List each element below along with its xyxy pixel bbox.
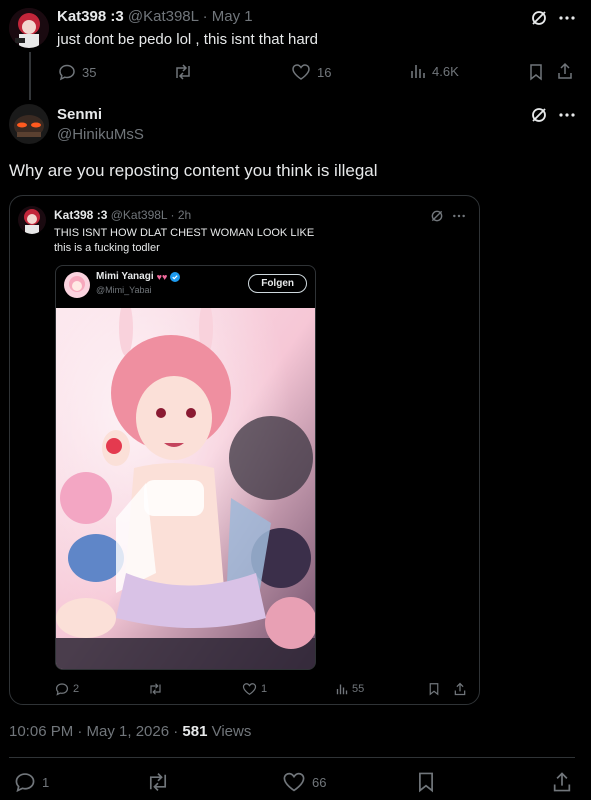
bookmark-icon[interactable]	[428, 682, 440, 696]
quoted-repost-button[interactable]	[148, 682, 163, 696]
main-reply-button[interactable]: 1	[14, 771, 49, 793]
quoted-reply-button[interactable]: 2	[55, 682, 79, 696]
bookmark-icon[interactable]	[416, 771, 436, 793]
quoted-author-handle[interactable]: @Kat398L	[111, 208, 167, 222]
more-icon[interactable]	[558, 11, 576, 25]
follow-button: Folgen	[248, 274, 307, 293]
more-icon[interactable]	[558, 108, 576, 122]
parent-views-button[interactable]: 4.6K	[410, 63, 459, 79]
grok-icon[interactable]	[530, 106, 548, 124]
emoji-decoration: ♥♥	[156, 271, 168, 282]
more-icon[interactable]	[452, 210, 466, 222]
parent-post-text: just dont be pedo lol , this isnt that h…	[57, 31, 318, 48]
parent-like-button[interactable]: 16	[291, 63, 331, 81]
main-repost-button[interactable]	[146, 771, 170, 793]
bookmark-icon[interactable]	[528, 63, 544, 81]
verified-icon	[170, 271, 181, 282]
share-icon[interactable]	[453, 682, 467, 696]
parent-reply-count: 35	[82, 64, 97, 80]
reply-icon	[14, 771, 36, 793]
quoted-text-line-1: THIS ISNT HOW DLAT CHEST WOMAN LOOK LIKE	[54, 227, 315, 239]
parent-reply-button[interactable]: 35	[58, 63, 96, 81]
main-post-timestamp[interactable]: 10:06 PM · May 1, 2026 ·	[9, 723, 182, 740]
quoted-like-button[interactable]: 1	[242, 682, 267, 696]
embedded-artwork-image	[56, 300, 315, 669]
main-avatar[interactable]	[9, 104, 49, 144]
quoted-reply-count: 2	[73, 683, 80, 695]
main-author-handle[interactable]: @HinikuMsS	[57, 126, 144, 143]
main-view-count: 581	[182, 723, 208, 740]
like-icon	[282, 771, 306, 793]
parent-avatar[interactable]	[9, 8, 49, 48]
like-icon	[291, 63, 311, 81]
quoted-author-name[interactable]: Kat398 :3	[54, 208, 107, 222]
reply-icon	[58, 63, 76, 81]
views-icon	[410, 63, 426, 79]
repost-icon	[146, 771, 170, 793]
parent-author-name[interactable]: Kat398 :3	[57, 8, 124, 25]
main-like-count: 66	[312, 774, 327, 790]
repost-icon	[173, 63, 193, 81]
share-icon[interactable]	[551, 771, 573, 793]
thread-line	[29, 52, 31, 100]
views-icon	[336, 683, 348, 695]
main-views-label: Views	[207, 723, 252, 740]
divider	[9, 757, 575, 758]
embedded-author-name: Mimi Yanagi	[96, 271, 154, 282]
parent-post-date[interactable]: May 1	[212, 8, 253, 25]
quoted-text-line-2: this is a fucking todler	[54, 242, 160, 254]
parent-repost-button[interactable]	[173, 63, 193, 81]
quoted-view-count: 55	[352, 683, 365, 695]
like-icon	[242, 682, 257, 696]
parent-author-handle[interactable]: @Kat398L	[128, 8, 199, 25]
reply-icon	[55, 682, 69, 696]
main-reply-count: 1	[42, 774, 50, 790]
embedded-post-screenshot[interactable]: Mimi Yanagi ♥♥ @Mimi_Yabai Folgen	[55, 265, 316, 670]
embedded-avatar	[64, 272, 90, 298]
main-author-name[interactable]: Senmi	[57, 106, 102, 123]
parent-view-count: 4.6K	[432, 63, 459, 79]
parent-like-count: 16	[317, 64, 332, 80]
quoted-like-count: 1	[261, 683, 268, 695]
main-post-text: Why are you reposting content you think …	[9, 161, 378, 180]
quoted-avatar[interactable]	[18, 206, 46, 234]
grok-icon[interactable]	[430, 209, 444, 223]
repost-icon	[148, 682, 163, 696]
embedded-author-handle: @Mimi_Yabai	[96, 285, 152, 295]
share-icon[interactable]	[556, 62, 574, 80]
quoted-post-time[interactable]: 2h	[178, 208, 191, 222]
grok-icon[interactable]	[530, 9, 548, 27]
quoted-views-button[interactable]: 55	[336, 683, 364, 695]
main-like-button[interactable]: 66	[282, 771, 326, 793]
